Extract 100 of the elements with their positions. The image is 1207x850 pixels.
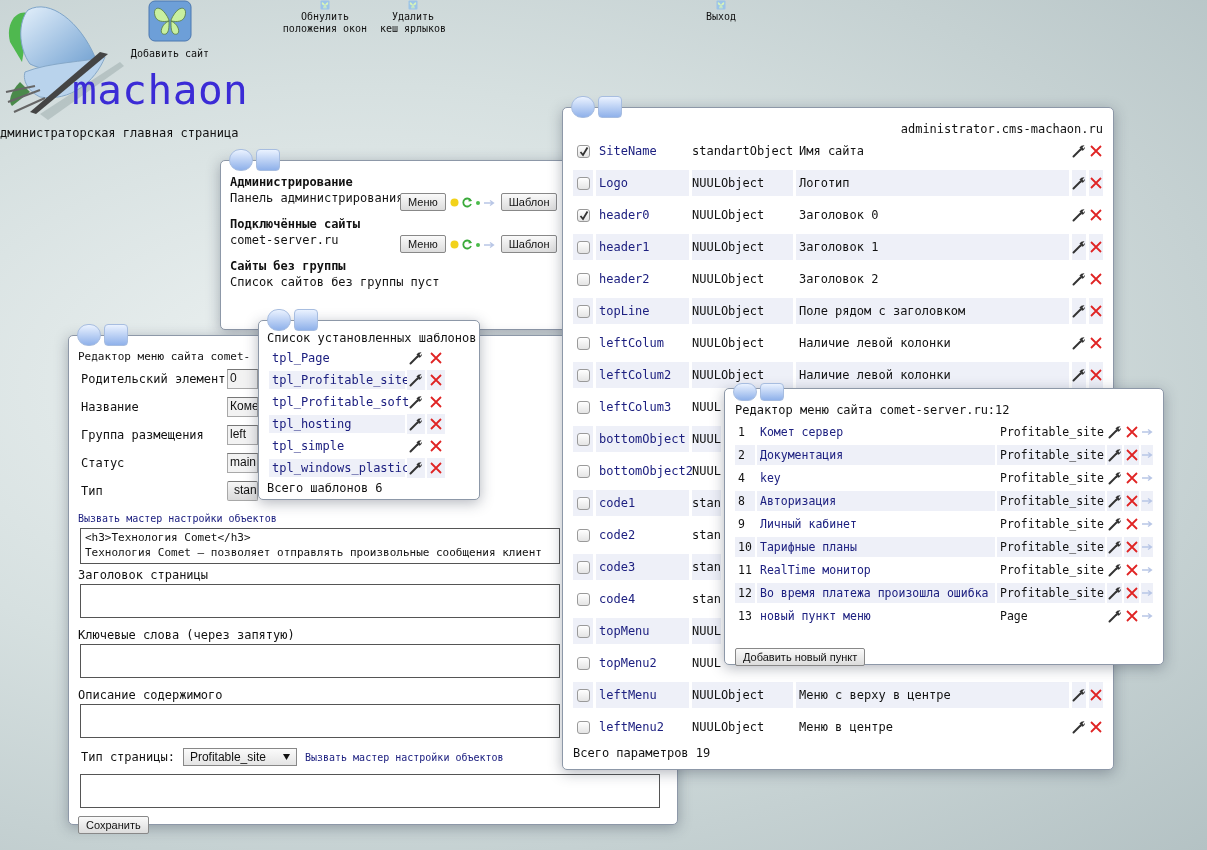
butterfly-icon[interactable] xyxy=(148,0,192,42)
wrench-icon[interactable] xyxy=(1072,272,1086,286)
wrench-icon[interactable] xyxy=(1072,208,1086,222)
template-link[interactable]: tpl_hosting xyxy=(269,415,405,433)
wrench-icon[interactable] xyxy=(1107,448,1122,462)
input-field[interactable] xyxy=(80,774,660,808)
checkbox[interactable] xyxy=(576,496,590,510)
delete-icon[interactable] xyxy=(1089,176,1103,190)
wizard-link[interactable]: Вызвать мастер настройки объектов xyxy=(304,751,504,763)
wrench-icon[interactable] xyxy=(1072,304,1086,318)
wrench-icon[interactable] xyxy=(1072,720,1086,734)
wrench-icon[interactable] xyxy=(1072,176,1086,190)
delete-icon[interactable] xyxy=(429,439,443,453)
wrench-icon[interactable] xyxy=(409,439,423,453)
param-link[interactable]: leftColum2 xyxy=(596,362,689,388)
delete-icon[interactable] xyxy=(1089,688,1103,702)
wrench-icon[interactable] xyxy=(1072,240,1086,254)
template-link[interactable]: tpl_windows_plastic xyxy=(269,459,405,477)
delete-icon[interactable] xyxy=(1124,425,1139,439)
checkbox[interactable] xyxy=(576,208,590,222)
menu-item-link[interactable]: RealTime монитор xyxy=(757,560,995,580)
dot-icon[interactable] xyxy=(475,200,480,205)
menu-button[interactable]: Меню xyxy=(400,193,446,211)
checkbox[interactable] xyxy=(576,560,590,574)
param-link[interactable]: code4 xyxy=(596,586,689,612)
wrench-icon[interactable] xyxy=(1107,517,1122,531)
refresh-icon[interactable] xyxy=(461,197,473,208)
input-field[interactable] xyxy=(80,644,560,678)
delete-icon[interactable] xyxy=(1124,494,1139,508)
templates-button[interactable]: Шаблон xyxy=(500,193,558,211)
delete-icon[interactable] xyxy=(1124,517,1139,531)
desktop-icon-label[interactable]: Удалить кеш ярлыков xyxy=(379,11,447,35)
desktop-icon-label[interactable]: Добавить сайт xyxy=(130,48,210,60)
template-link[interactable]: tpl_Profitable_site xyxy=(269,371,405,389)
input-field[interactable]: left xyxy=(227,425,258,445)
delete-icon[interactable] xyxy=(429,373,443,387)
menu-item-link[interactable]: Документация xyxy=(757,445,995,465)
wrench-icon[interactable] xyxy=(1072,336,1086,350)
checkbox[interactable] xyxy=(576,176,590,190)
param-link[interactable]: code2 xyxy=(596,522,689,548)
param-link[interactable]: topMenu2 xyxy=(596,650,689,676)
template-link[interactable]: tpl_simple xyxy=(269,437,405,455)
delete-icon[interactable] xyxy=(1124,563,1139,577)
dropdown-caret-icon[interactable] xyxy=(282,754,290,760)
menu-item-link[interactable]: новый пункт меню xyxy=(757,606,995,626)
delete-icon[interactable] xyxy=(1089,272,1103,286)
menu-item-link[interactable]: Тарифные планы xyxy=(757,537,995,557)
param-link[interactable]: header2 xyxy=(596,266,689,292)
delete-icon[interactable] xyxy=(1124,540,1139,554)
param-link[interactable]: Logo xyxy=(596,170,689,196)
param-link[interactable]: code1 xyxy=(596,490,689,516)
menu-item-link[interactable]: key xyxy=(757,468,995,488)
input-field[interactable]: main xyxy=(227,453,258,473)
desktop-icon-label[interactable]: Выход xyxy=(705,11,737,23)
wrench-icon[interactable] xyxy=(1107,425,1122,439)
param-link[interactable]: topLine xyxy=(596,298,689,324)
wrench-icon[interactable] xyxy=(409,373,423,387)
checkbox[interactable] xyxy=(576,464,590,478)
param-link[interactable]: header0 xyxy=(596,202,689,228)
content-field[interactable]: <h3>Технология Comet</h3> Технология Comet — позволяет отправлять произвольные сообщения клиент xyxy=(80,528,560,564)
delete-icon[interactable] xyxy=(1124,471,1139,485)
wrench-icon[interactable] xyxy=(1107,586,1122,600)
template-link[interactable]: tpl_Page xyxy=(269,349,405,367)
menu-item-link[interactable]: Комет сервер xyxy=(757,422,995,442)
wrench-icon[interactable] xyxy=(1072,688,1086,702)
delete-icon[interactable] xyxy=(429,461,443,475)
param-link[interactable]: SiteName xyxy=(596,138,689,164)
checkbox[interactable] xyxy=(576,432,590,446)
param-link[interactable]: header1 xyxy=(596,234,689,260)
wrench-icon[interactable] xyxy=(409,351,423,365)
menu-button[interactable]: Меню xyxy=(400,235,446,253)
dot-icon[interactable] xyxy=(475,242,480,247)
wizard-link[interactable]: Вызвать мастер настройки объектов xyxy=(78,513,277,524)
checkbox[interactable] xyxy=(576,272,590,286)
wrench-icon[interactable] xyxy=(1107,563,1122,577)
input-field[interactable] xyxy=(80,704,560,738)
wrench-icon[interactable] xyxy=(1107,609,1122,623)
delete-icon[interactable] xyxy=(1089,368,1103,382)
wrench-icon[interactable] xyxy=(1072,368,1086,382)
wrench-icon[interactable] xyxy=(1107,471,1122,485)
checkbox[interactable] xyxy=(576,688,590,702)
param-link[interactable]: leftColum3 xyxy=(596,394,689,420)
refresh-icon[interactable] xyxy=(461,239,473,250)
param-link[interactable]: code3 xyxy=(596,554,689,580)
delete-icon[interactable] xyxy=(1089,208,1103,222)
add-item-button[interactable]: Добавить новый пункт xyxy=(735,648,866,666)
delete-icon[interactable] xyxy=(429,417,443,431)
checkbox[interactable] xyxy=(576,528,590,542)
param-link[interactable]: bottomObject xyxy=(596,426,689,452)
param-link[interactable]: topMenu xyxy=(596,618,689,644)
checkbox[interactable] xyxy=(576,656,590,670)
checkbox[interactable] xyxy=(576,368,590,382)
menu-item-link[interactable]: Личный кабинет xyxy=(757,514,995,534)
save-button[interactable]: Сохранить xyxy=(78,816,149,834)
checkbox[interactable] xyxy=(576,624,590,638)
type-select[interactable]: stan xyxy=(227,481,258,501)
delete-icon[interactable] xyxy=(1124,586,1139,600)
param-link[interactable]: leftMenu xyxy=(596,682,689,708)
menu-item-link[interactable]: Авторизация xyxy=(757,491,995,511)
templates-button[interactable]: Шаблон xyxy=(500,235,558,253)
